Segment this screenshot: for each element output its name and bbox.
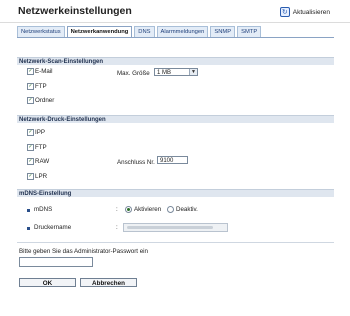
printer-name-separator: :: [116, 224, 118, 231]
tab-bar: Netzwerkstatus Netzwerkanwendung DNS Ala…: [17, 26, 262, 38]
refresh-label: Aktualisieren: [292, 8, 330, 16]
mdns-enable-radio[interactable]: [125, 206, 132, 213]
mdns-section-header: mDNS-Einstellung: [17, 189, 334, 197]
scan-folder-label: Ordner: [35, 97, 55, 104]
tab-underline: [17, 37, 334, 38]
section-divider: [17, 242, 334, 243]
chevron-down-icon: ▼: [189, 69, 197, 75]
mdns-separator: :: [116, 206, 118, 213]
print-lpr-checkbox[interactable]: ✓: [27, 173, 34, 180]
print-raw-checkbox[interactable]: ✓: [27, 158, 34, 165]
port-input[interactable]: 9100: [157, 156, 188, 164]
printer-name-bullet-icon: [27, 227, 30, 230]
max-size-value: 1 MB: [157, 70, 172, 76]
mdns-disable-radio[interactable]: [167, 206, 174, 213]
refresh-icon: ↻: [279, 7, 290, 17]
mdns-bullet-icon: [27, 209, 30, 212]
scan-folder-checkbox[interactable]: ✓: [27, 97, 34, 104]
mdns-enable-label: Aktivieren: [134, 206, 162, 213]
max-size-label: Max. Größe: [117, 70, 150, 77]
password-prompt: Bitte geben Sie das Administrator-Passwo…: [19, 248, 148, 255]
refresh-button[interactable]: ↻ Aktualisieren: [279, 7, 330, 17]
scan-ftp-checkbox[interactable]: ✓: [27, 83, 34, 90]
page-header: Netzwerkeinstellungen ↻ Aktualisieren: [0, 0, 350, 23]
scan-ftp-label: FTP: [35, 83, 47, 90]
print-ipp-label: IPP: [35, 129, 45, 136]
port-label: Anschluss Nr.: [117, 159, 155, 166]
redacted-value: [127, 226, 213, 229]
mdns-label: mDNS: [34, 206, 53, 213]
cancel-button[interactable]: Abbrechen: [80, 278, 137, 287]
print-section-header: Netzwerk-Druck-Einstellungen: [17, 115, 334, 123]
admin-password-input[interactable]: [19, 257, 93, 267]
print-ftp-label: FTP: [35, 144, 47, 151]
print-ipp-checkbox[interactable]: ✓: [27, 129, 34, 136]
print-lpr-label: LPR: [35, 173, 48, 180]
print-raw-label: RAW: [35, 158, 50, 165]
page-title: Netzwerkeinstellungen: [18, 5, 132, 17]
printer-name-input[interactable]: [123, 223, 228, 232]
scan-email-label: E-Mail: [35, 68, 53, 75]
print-ftp-checkbox[interactable]: ✓: [27, 144, 34, 151]
ok-button[interactable]: OK: [19, 278, 76, 287]
printer-name-label: Druckername: [34, 224, 72, 231]
scan-email-checkbox[interactable]: ✓: [27, 68, 34, 75]
scan-section-header: Netzwerk-Scan-Einstellungen: [17, 57, 334, 65]
mdns-disable-label: Deaktiv.: [176, 206, 198, 213]
max-size-select[interactable]: 1 MB ▼: [154, 68, 198, 76]
